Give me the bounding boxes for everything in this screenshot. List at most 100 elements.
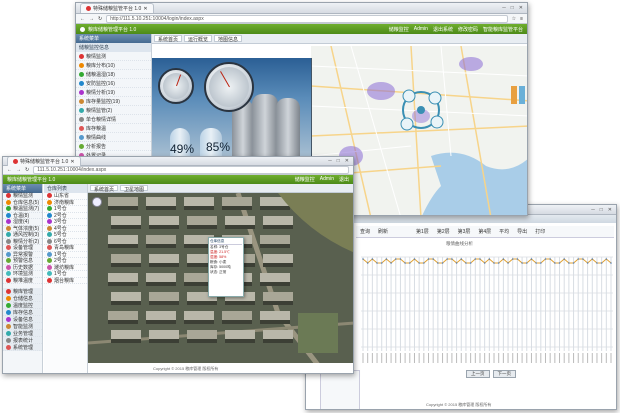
header-link-monitor[interactable]: 储粮监控 — [295, 176, 315, 183]
building-shadow — [111, 301, 141, 305]
tick-label — [601, 353, 603, 363]
info-popup[interactable]: 仓库信息 名称: 3号仓 温度: 21.5℃ 湿度: 58% 粮食: 小麦 库存… — [208, 237, 244, 297]
building — [225, 330, 255, 339]
tick-label — [563, 353, 565, 363]
window-controls[interactable]: ─ □ ✕ — [591, 207, 612, 213]
reload-icon[interactable]: ↻ — [25, 167, 29, 173]
window-controls[interactable]: ─ □ ✕ — [328, 158, 349, 164]
sidebar-item[interactable]: 粮情曲线 — [76, 133, 151, 142]
data-point — [427, 258, 430, 260]
map-controls[interactable] — [92, 197, 102, 207]
toolbar: 查询 刷新 第1层 第2层 第3层 第4层 平均 导出 打印 — [356, 226, 614, 238]
tick-label — [587, 353, 589, 363]
tab-overview[interactable]: 运行概览 — [184, 35, 213, 43]
toolbar-item-export[interactable]: 导出 — [517, 228, 527, 235]
address-bar[interactable]: http://111.5.10.251:10004/login/index.as… — [106, 14, 508, 23]
tick-label — [385, 353, 387, 363]
toolbar-item-print[interactable]: 打印 — [535, 228, 545, 235]
tab-home[interactable]: 系统首页 — [154, 35, 183, 43]
data-point — [544, 258, 547, 260]
sidebar-item[interactable]: 库存量监控(19) — [76, 97, 151, 106]
sidebar-item[interactable]: 粮堆温度 — [3, 277, 42, 284]
window-controls[interactable]: ─ □ ✕ — [502, 5, 523, 11]
tick-label — [535, 353, 537, 363]
tick-label — [573, 353, 575, 363]
reload-icon[interactable]: ↻ — [98, 16, 102, 22]
menu-item-icon — [6, 238, 11, 244]
tick-label — [404, 353, 406, 363]
building — [184, 311, 214, 320]
header-password[interactable]: 修改密码 — [458, 26, 478, 33]
tab-title: 特殊储粮监管平台 1.0 — [93, 6, 142, 12]
toolbar-item-refresh[interactable]: 刷新 — [378, 228, 388, 235]
header-logout[interactable]: 退出 — [339, 176, 349, 183]
sidebar-item[interactable]: 库存粮温 — [76, 124, 151, 133]
close-tab-icon[interactable]: ✕ — [70, 159, 74, 165]
tick-label — [474, 353, 476, 363]
tree-label: 烟台粮库 — [54, 277, 75, 284]
star-icon[interactable]: ☆ — [512, 16, 516, 22]
menu-item-icon — [47, 264, 52, 270]
data-point — [460, 258, 463, 260]
data-point — [600, 262, 603, 264]
forward-icon[interactable]: → — [16, 167, 21, 173]
menu-item-icon — [79, 53, 84, 59]
close-tab-icon[interactable]: ✕ — [143, 6, 147, 12]
menu-item-icon — [6, 344, 11, 350]
menu-item-icon — [6, 330, 11, 336]
browser-tab[interactable]: 特殊储粮监管平台 1.0 ✕ — [7, 157, 81, 166]
forward-icon[interactable]: → — [89, 16, 94, 22]
menu-item-icon — [79, 116, 84, 122]
data-point — [399, 258, 402, 260]
tab-map[interactable]: 地图信息 — [214, 35, 243, 43]
data-point — [423, 262, 425, 264]
header-logout[interactable]: 退出系统 — [433, 26, 453, 33]
building-shadow — [146, 320, 176, 324]
address-bar[interactable]: 111.5.10.251:10004/index.aspx — [33, 166, 349, 174]
data-point — [432, 258, 434, 260]
tab-home[interactable]: 系统首页 — [90, 185, 119, 193]
sidebar-item[interactable]: 储粮温湿(18) — [76, 70, 151, 79]
sidebar-item[interactable]: 单仓粮情详情 — [76, 115, 151, 124]
building — [187, 330, 217, 339]
sidebar-item[interactable]: 安防监控(16) — [76, 79, 151, 88]
sidebar-label: 粮情监管(2) — [86, 107, 113, 114]
footer: Copyright © 2015 粮库管理 版权所有 — [153, 366, 219, 371]
legend-3: 第3层 — [457, 229, 471, 235]
prev-page-button[interactable]: 上一页 — [466, 370, 490, 378]
sidebar-item[interactable]: 粮库分布(10) — [76, 61, 151, 70]
gauge-value-2: 85% — [206, 140, 231, 154]
sidebar-group-label: 业务管理 — [13, 330, 34, 337]
menu-item-icon — [79, 134, 84, 140]
sidebar-group-label: 系统管理 — [13, 344, 34, 351]
building — [260, 235, 290, 244]
menu-item-icon — [47, 199, 52, 205]
tree-item[interactable]: 烟台粮库 — [44, 277, 87, 284]
menu-item-icon — [47, 212, 52, 218]
back-icon[interactable]: ← — [7, 167, 12, 173]
next-page-button[interactable]: 下一页 — [492, 370, 516, 378]
data-point — [572, 262, 575, 264]
data-point — [549, 258, 551, 260]
tick-label — [502, 353, 504, 363]
building — [149, 330, 179, 339]
menu-icon[interactable]: ≡ — [520, 16, 523, 22]
sidebar-item[interactable]: 粮情监管(2) — [76, 106, 151, 115]
toolbar-item-query[interactable]: 查询 — [360, 228, 370, 235]
sidebar-group-item[interactable]: 系统管理 — [3, 344, 42, 351]
data-point — [582, 258, 584, 260]
satellite-map[interactable]: 仓库信息 名称: 3号仓 温度: 21.5℃ 湿度: 58% 粮食: 小麦 库存… — [88, 193, 353, 363]
sidebar-item[interactable]: 分析报告 — [76, 142, 151, 151]
data-point — [390, 262, 392, 264]
app-title: 粮库储粮管理平台 1.0 — [88, 26, 137, 33]
sidebar-item[interactable]: 粮情监测 — [76, 52, 151, 61]
header-platform[interactable]: 智能粮库监管平台 — [483, 26, 523, 33]
sidebar-item[interactable]: 粮情分析(19) — [76, 88, 151, 97]
browser-tab[interactable]: 特殊储粮监管平台 1.0 ✕ — [80, 3, 154, 13]
header-link-monitor[interactable]: 储粮监控 — [389, 26, 409, 33]
data-point — [502, 258, 505, 260]
back-icon[interactable]: ← — [80, 16, 85, 22]
tick-label — [488, 353, 490, 363]
building-shadow — [146, 244, 176, 248]
tab-satellite[interactable]: 卫星地图 — [120, 185, 149, 193]
